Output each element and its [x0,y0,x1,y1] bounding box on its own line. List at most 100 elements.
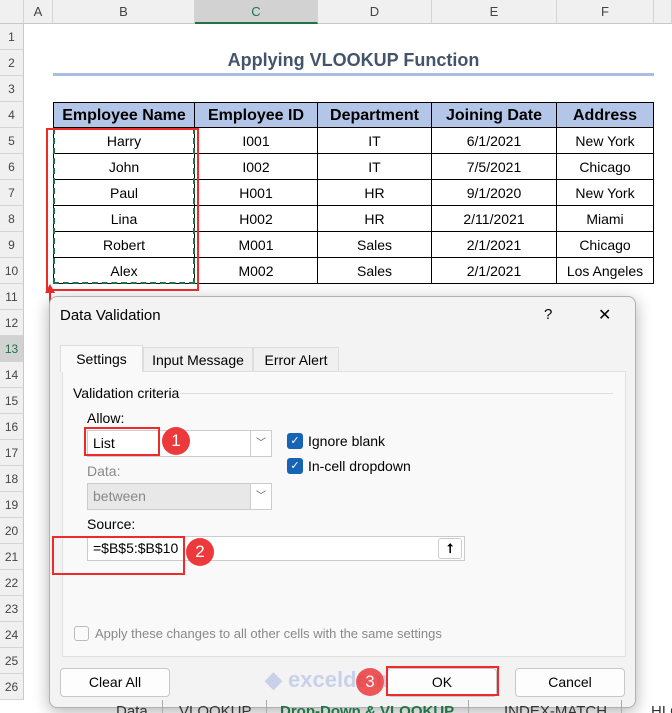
clear-all-button[interactable]: Clear All [60,668,170,697]
row-header[interactable]: 16 [0,414,24,440]
table-cell[interactable]: M002 [195,258,318,284]
allow-highlight [84,427,160,456]
sheet-tab-hlookup[interactable]: HLO [643,700,672,713]
table-header: Employee Name [53,102,195,128]
row-header[interactable]: 20 [0,518,24,544]
apply-all-checkbox[interactable] [74,626,89,641]
chevron-down-icon: ﹀ [250,484,271,509]
source-highlight [52,536,185,575]
row-header[interactable]: 19 [0,492,24,518]
column-header-d[interactable]: D [318,0,432,24]
table-cell[interactable]: HR [318,180,432,206]
help-button[interactable]: ? [544,306,552,323]
data-label: Data: [87,463,121,479]
table-cell[interactable]: 2/1/2021 [432,232,557,258]
validation-criteria-label: Validation criteria [73,385,180,401]
allow-label: Allow: [87,410,125,426]
table-cell[interactable]: Chicago [557,232,654,258]
collapse-range-icon[interactable]: ⭡ [438,538,462,559]
tab-settings[interactable]: Settings [60,345,143,372]
table-cell[interactable]: Sales [318,258,432,284]
row-header[interactable]: 3 [0,76,24,102]
table-cell[interactable]: Sales [318,232,432,258]
row-header[interactable]: 11 [0,284,24,310]
table-header: Department [318,102,432,128]
table-header: Employee ID [195,102,318,128]
row-header[interactable]: 15 [0,388,24,414]
table-cell[interactable]: H001 [195,180,318,206]
table-cell[interactable]: M001 [195,232,318,258]
row-header[interactable]: 9 [0,232,24,258]
row-header[interactable]: 14 [0,362,24,388]
row-header[interactable]: 1 [0,24,24,50]
select-all-corner[interactable] [0,0,24,24]
table-cell[interactable]: IT [318,154,432,180]
step-badge-3: 3 [356,668,384,696]
row-header[interactable]: 26 [0,674,24,700]
table-cell[interactable]: H002 [195,206,318,232]
apply-all-label: Apply these changes to all other cells w… [95,626,442,641]
row-header[interactable]: 22 [0,570,24,596]
close-button[interactable]: ✕ [598,305,611,325]
data-validation-dialog: Data Validation ? ✕ Settings Input Messa… [49,296,636,708]
column-header-a[interactable]: A [24,0,53,24]
title-underline [53,73,654,76]
column-header-e[interactable]: E [432,0,557,24]
row-header[interactable]: 25 [0,648,24,674]
annotation-arrow-head-icon [45,284,55,293]
step-badge-1: 1 [162,427,190,455]
sheet-tab-drop-down-vlookup[interactable]: Drop-Down & VLOOKUP [266,700,470,713]
row-header[interactable]: 12 [0,310,24,336]
row-header[interactable]: 10 [0,258,24,284]
sheet-tab-data[interactable]: Data [102,700,163,713]
table-cell[interactable]: Miami [557,206,654,232]
row-header[interactable]: 4 [0,102,24,128]
column-header-g[interactable] [654,0,672,24]
table-header: Joining Date [432,102,557,128]
table-cell[interactable]: New York [557,128,654,154]
table-cell[interactable]: 6/1/2021 [432,128,557,154]
row-header[interactable]: 23 [0,596,24,622]
row-header[interactable]: 17 [0,440,24,466]
table-cell[interactable]: I002 [195,154,318,180]
row-header[interactable]: 5 [0,128,24,154]
ignore-blank-label: Ignore blank [308,433,386,449]
sheet-tab-index-match[interactable]: INDEX-MATCH [490,700,623,713]
settings-panel [62,371,626,657]
table-cell[interactable]: I001 [195,128,318,154]
column-header-f[interactable]: F [557,0,654,24]
row-header[interactable]: 18 [0,466,24,492]
step-badge-2: 2 [186,538,214,566]
column-header-b[interactable]: B [53,0,195,24]
chevron-down-icon: ﹀ [250,431,271,456]
dialog-title: Data Validation [60,307,161,324]
table-cell[interactable]: HR [318,206,432,232]
in-cell-dropdown-checkbox[interactable]: ✓ [287,458,303,474]
sheet-title: Applying VLOOKUP Function [227,50,480,70]
row-header[interactable]: 24 [0,622,24,648]
in-cell-dropdown-label: In-cell dropdown [308,458,411,474]
row-header[interactable]: 13 [0,336,24,362]
table-cell[interactable]: 2/1/2021 [432,258,557,284]
table-cell[interactable]: Chicago [557,154,654,180]
column-header-c[interactable]: C [195,0,318,24]
row-header[interactable]: 2 [0,50,24,76]
tab-error-alert[interactable]: Error Alert [253,347,339,372]
table-cell[interactable]: 9/1/2020 [432,180,557,206]
table-cell[interactable]: 2/11/2021 [432,206,557,232]
row-header[interactable]: 8 [0,206,24,232]
table-cell[interactable]: IT [318,128,432,154]
row-header[interactable]: 7 [0,180,24,206]
table-cell[interactable]: New York [557,180,654,206]
row-header[interactable]: 6 [0,154,24,180]
source-range-highlight [46,128,199,291]
table-cell[interactable]: Los Angeles [557,258,654,284]
cancel-button[interactable]: Cancel [515,668,625,697]
table-header: Address [557,102,654,128]
data-select: between ﹀ [87,483,272,510]
sheet-tab-vlookup[interactable]: VLOOKUP [165,700,267,713]
table-cell[interactable]: 7/5/2021 [432,154,557,180]
row-header[interactable]: 21 [0,544,24,570]
tab-input-message[interactable]: Input Message [143,347,253,372]
ignore-blank-checkbox[interactable]: ✓ [287,433,303,449]
